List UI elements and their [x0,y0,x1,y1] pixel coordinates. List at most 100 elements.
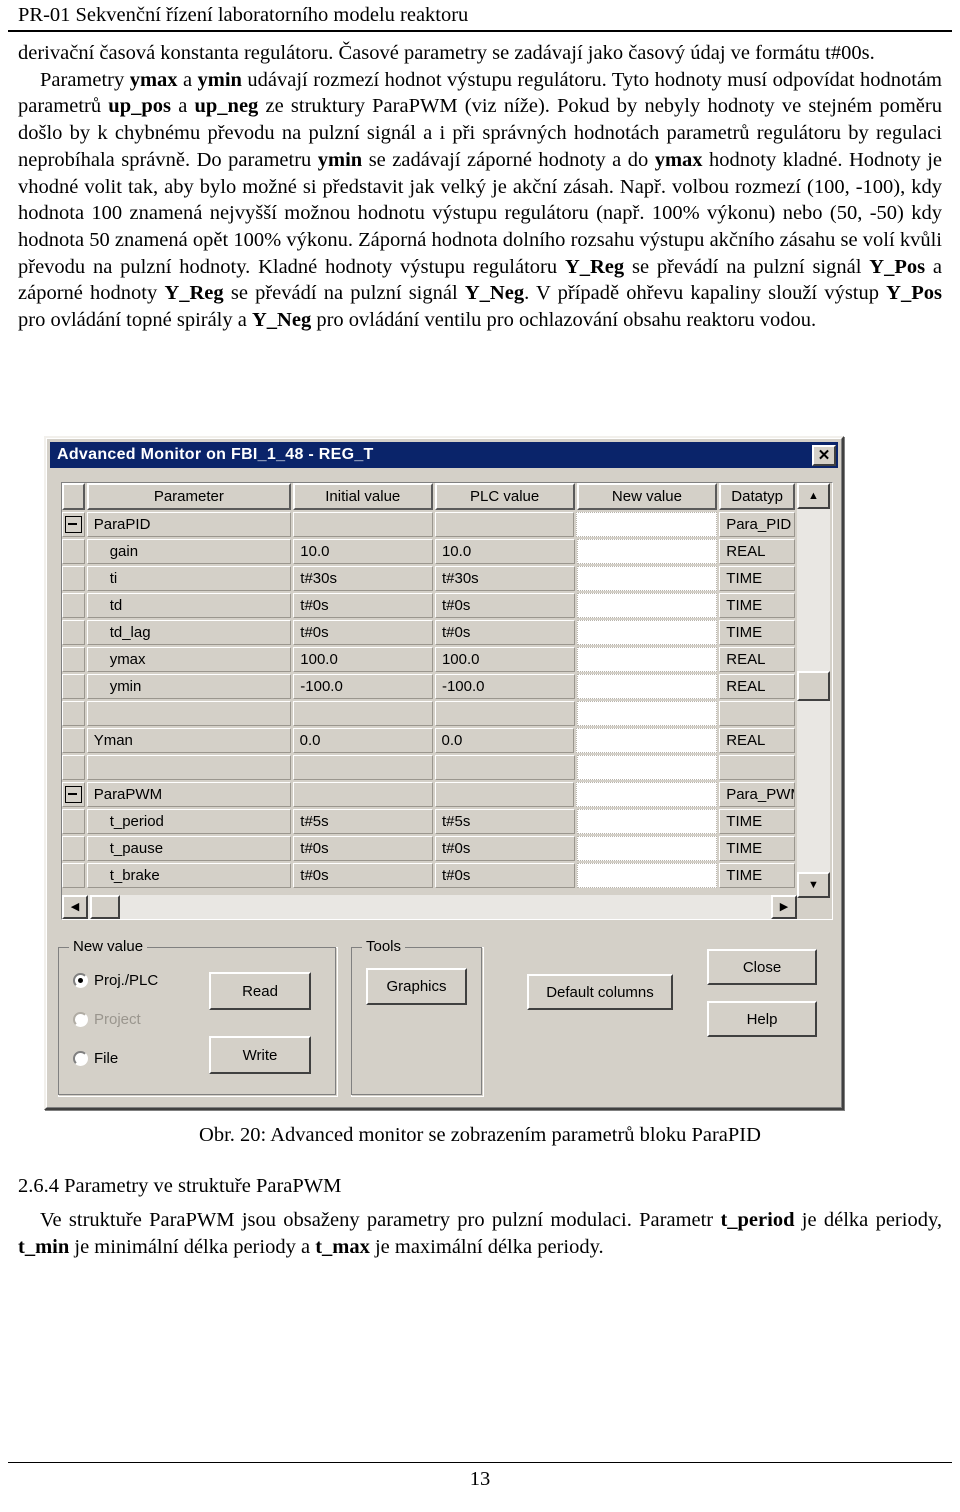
cell-plc-value: t#0s [434,593,575,618]
tree-spacer [62,647,85,672]
vertical-scroll-thumb[interactable] [797,671,830,701]
table-row[interactable]: ti t#30s t#30s TIME [62,566,797,593]
column-header-initial-value[interactable]: Initial value [292,483,433,510]
table-row[interactable]: Yman 0.0 0.0 REAL [62,728,797,755]
scroll-left-icon[interactable]: ◀ [62,895,88,919]
cell-datatype: REAL [719,647,795,672]
column-header-datatype[interactable]: Datatyp [719,483,795,510]
radio-button-icon-proj-plc[interactable] [73,973,88,988]
cell-new-value[interactable] [576,620,718,645]
cell-parameter [86,755,292,780]
horizontal-scrollbar[interactable]: ◀ ▶ [62,895,797,919]
cell-new-value[interactable] [576,863,718,888]
radio-proj-plc[interactable]: Proj./PLC [73,972,158,989]
section-body-text: Ve struktuře ParaPWM jsou obsaženy param… [18,1207,942,1260]
p2-b7: Y_Reg [564,255,625,278]
table-row[interactable]: td t#0s t#0s TIME [62,593,797,620]
new-value-groupbox: New value Proj./PLC Project File Read Wr… [58,938,338,1097]
cell-datatype: TIME [719,620,795,645]
minus-icon[interactable] [64,786,82,803]
column-header-tree[interactable] [62,483,85,510]
table-row[interactable]: ymax 100.0 100.0 REAL [62,647,797,674]
table-row[interactable] [62,701,797,728]
cell-new-value[interactable] [576,647,718,672]
radio-button-icon-file[interactable] [73,1051,88,1066]
cell-new-value[interactable] [576,512,718,537]
minus-icon[interactable] [64,516,82,533]
radio-label-project: Project [94,1011,141,1028]
default-columns-button[interactable]: Default columns [527,974,673,1010]
cell-parameter: t_period [86,809,292,834]
cell-initial-value [293,701,433,726]
cell-initial-value: -100.0 [293,674,433,699]
sec-b3: t_max [315,1235,370,1258]
table-row[interactable]: gain 10.0 10.0 REAL [62,539,797,566]
cell-new-value[interactable] [576,728,718,753]
cell-datatype: TIME [719,836,795,861]
cell-new-value[interactable] [576,539,718,564]
help-button[interactable]: Help [707,1001,817,1037]
table-row[interactable]: t_period t#5s t#5s TIME [62,809,797,836]
sec-s3: je minimální délka periody a [69,1235,316,1258]
cell-parameter: gain [86,539,292,564]
write-button[interactable]: Write [209,1036,311,1074]
column-header-new-value[interactable]: New value [576,483,718,510]
p2-b8: Y_Pos [869,255,926,278]
scroll-down-icon[interactable]: ▼ [797,872,830,898]
table-row[interactable]: ParaPID Para_PID [62,512,797,539]
cell-new-value[interactable] [576,809,718,834]
paragraph-1: derivační časová konstanta regulátoru. Č… [18,40,942,67]
table-row[interactable]: td_lag t#0s t#0s TIME [62,620,797,647]
radio-file[interactable]: File [73,1050,118,1067]
column-header-parameter[interactable]: Parameter [86,483,291,510]
cell-new-value[interactable] [576,701,718,726]
cell-initial-value [293,755,433,780]
cell-plc-value: t#0s [434,836,575,861]
cell-new-value[interactable] [576,836,718,861]
cell-initial-value: t#0s [293,836,433,861]
cell-datatype: REAL [719,674,795,699]
cell-initial-value: t#0s [293,593,433,618]
table-row[interactable]: t_brake t#0s t#0s TIME [62,863,797,890]
cell-plc-value: t#30s [434,566,575,591]
tools-groupbox: Tools Graphics [351,938,484,1097]
cell-new-value[interactable] [576,782,718,807]
table-row[interactable] [62,755,797,782]
sec-b1: t_period [720,1209,795,1231]
read-button[interactable]: Read [209,972,311,1010]
cell-new-value[interactable] [576,566,718,591]
scroll-up-icon[interactable]: ▲ [797,483,830,509]
cell-datatype: REAL [719,539,795,564]
close-icon[interactable]: ✕ [812,444,836,466]
cell-new-value[interactable] [576,674,718,699]
cell-datatype [719,701,795,726]
table-row[interactable]: ymin -100.0 -100.0 REAL [62,674,797,701]
table-row[interactable]: t_pause t#0s t#0s TIME [62,836,797,863]
tree-spacer [62,809,85,834]
cell-parameter [86,701,292,726]
p2-s1: Parametry [40,68,130,91]
cell-new-value[interactable] [576,593,718,618]
dialog-titlebar[interactable]: Advanced Monitor on FBI_1_48 - REG_T ✕ [50,442,838,468]
cell-plc-value: 0.0 [434,728,575,753]
p2-b5: ymin [317,148,363,171]
tree-collapse-toggle[interactable] [62,512,85,537]
footer-divider [8,1462,952,1463]
table-row[interactable]: ParaPWM Para_PWM [62,782,797,809]
column-header-plc-value[interactable]: PLC value [434,483,575,510]
close-button[interactable]: Close [707,949,817,985]
cell-datatype: TIME [719,863,795,888]
cell-plc-value: t#0s [434,863,575,888]
tree-collapse-toggle[interactable] [62,782,85,807]
p2-b11: Y_Pos [886,282,942,305]
scroll-right-icon[interactable]: ▶ [771,895,797,919]
radio-project[interactable]: Project [73,1011,141,1028]
cell-new-value[interactable] [576,755,718,780]
cell-parameter: t_pause [86,836,292,861]
tree-spacer [62,755,85,780]
graphics-button[interactable]: Graphics [366,968,467,1005]
horizontal-scroll-thumb[interactable] [90,895,120,919]
radio-button-icon-project[interactable] [73,1012,88,1027]
sec-b2: t_min [18,1235,70,1258]
vertical-scrollbar[interactable]: ▲ ▼ [797,483,832,898]
